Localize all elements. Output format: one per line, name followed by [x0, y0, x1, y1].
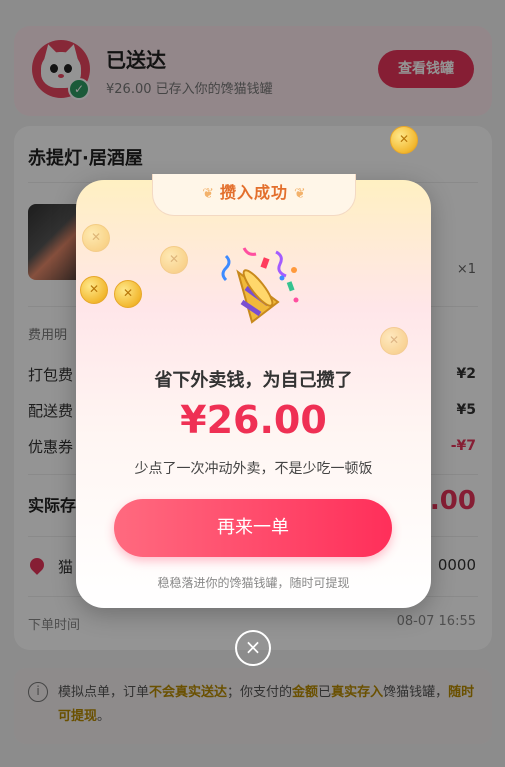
modal-tab: ❦ 攒入成功 ❦ [152, 174, 356, 216]
wheat-left-icon: ❦ [202, 186, 214, 202]
close-icon[interactable]: × [235, 630, 271, 666]
modal-headline: 省下外卖钱，为自己攒了 [154, 370, 353, 391]
saved-amount: ¥26.00 [180, 398, 327, 442]
party-popper-icon [221, 247, 299, 324]
coin-icon: ✕ [390, 126, 418, 154]
wheat-right-icon: ❦ [294, 186, 306, 202]
reorder-button[interactable]: 再来一单 [114, 499, 392, 557]
save-success-modal: ❦ 攒入成功 ❦ ✕ ✕ ✕ ✕ ✕ 省下外卖钱，为自己攒了 ¥26.00 少点了一… [76, 174, 431, 608]
modal-footer-note: 稳稳落进你的馋猫钱罐，随时可提现 [157, 576, 350, 590]
modal-tab-title: 攒入成功 [219, 183, 288, 202]
coin-icon: ✕ [380, 327, 408, 355]
coin-icon: ✕ [114, 280, 142, 308]
modal-description: 少点了一次冲动外卖，不是少吃一顿饭 [134, 461, 373, 477]
coin-icon: ✕ [82, 224, 110, 252]
coin-icon: ✕ [160, 246, 188, 274]
coin-icon: ✕ [80, 276, 108, 304]
